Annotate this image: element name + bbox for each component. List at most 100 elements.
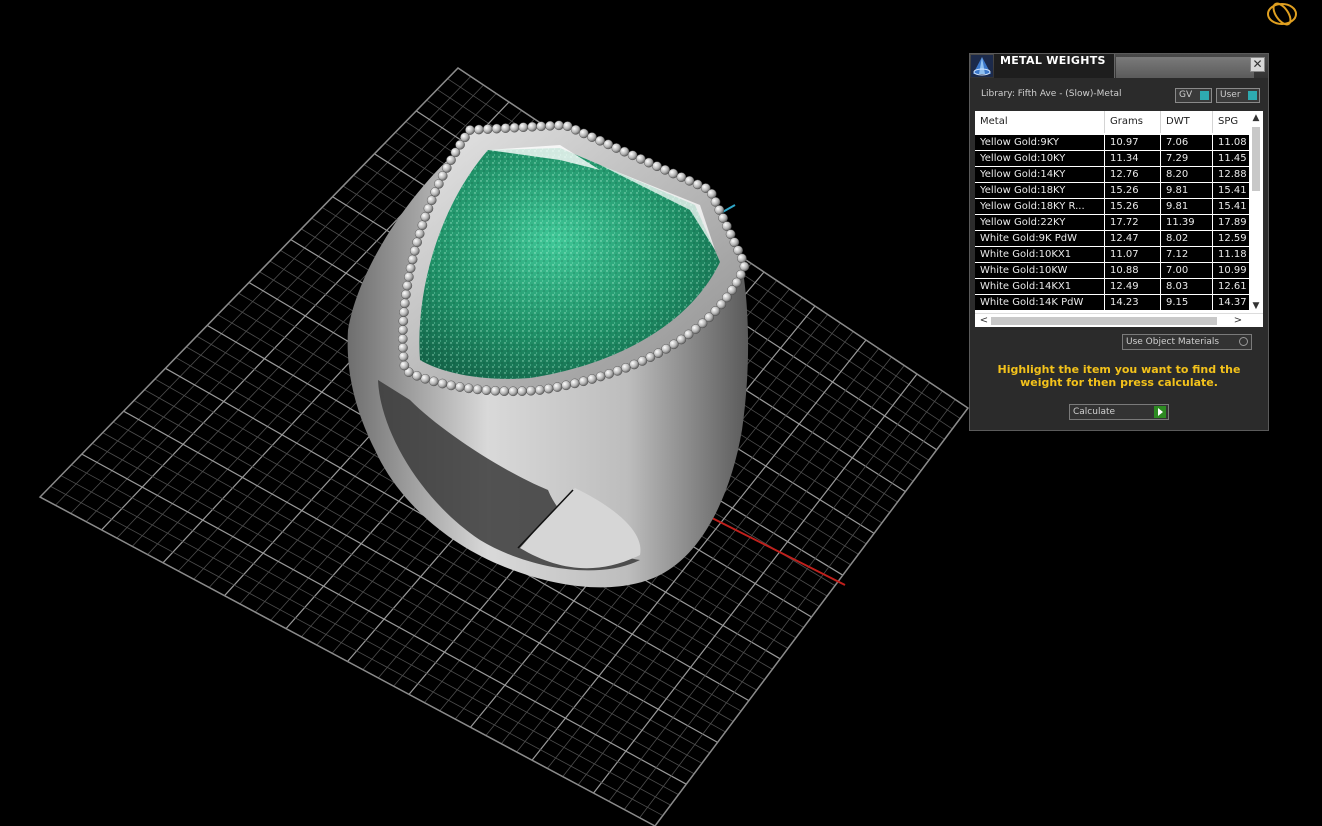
bead — [417, 220, 428, 231]
metal-cell: White Gold:14KX1 — [975, 279, 1105, 294]
bead — [463, 383, 474, 394]
metal-cell: White Gold:10KW — [975, 263, 1105, 278]
bead — [603, 139, 614, 150]
bead — [725, 229, 736, 239]
vertical-scrollbar[interactable]: ▲ ▼ — [1249, 111, 1263, 313]
dwt-cell: 7.06 — [1161, 135, 1213, 150]
bead — [552, 382, 563, 392]
bead — [611, 143, 622, 153]
gv-toggle[interactable]: GV — [1175, 88, 1212, 103]
bead — [652, 161, 662, 172]
use-object-materials-option[interactable]: Use Object Materials — [1122, 334, 1252, 350]
spg-cell: 11.08 — [1218, 137, 1247, 148]
radio-icon — [1239, 337, 1248, 346]
table-row[interactable]: Yellow Gold:14KY 12.76 8.20 12.88 — [975, 167, 1249, 183]
horizontal-scrollbar[interactable]: < > — [975, 313, 1263, 327]
grams-cell: 12.49 — [1105, 279, 1161, 294]
bead — [426, 195, 437, 206]
table-row[interactable]: White Gold:14KX1 12.49 8.03 12.61 — [975, 279, 1249, 295]
table-row[interactable]: White Gold:10KW 10.88 7.00 10.99 — [975, 263, 1249, 279]
orbit-icon[interactable] — [1262, 0, 1302, 30]
table-row[interactable]: White Gold:9K PdW 12.47 8.02 12.59 — [975, 231, 1249, 247]
bead — [437, 378, 448, 389]
bead — [619, 146, 630, 157]
bead — [398, 316, 409, 326]
grams-cell: 14.23 — [1105, 295, 1161, 310]
bead — [407, 254, 418, 265]
close-button[interactable]: ✕ — [1250, 57, 1265, 72]
table-row[interactable]: White Gold:10KX1 11.07 7.12 11.18 — [975, 247, 1249, 263]
table-row[interactable]: White Gold:14K PdW 14.23 9.15 14.37 — [975, 295, 1249, 311]
bead — [414, 228, 425, 239]
hscroll-thumb[interactable] — [991, 317, 1217, 325]
spg-cell: 11.45 — [1218, 153, 1247, 164]
bead — [412, 237, 422, 248]
metal-weights-panel: METAL WEIGHTS ✕ Library: Fifth Ave - (Sl… — [969, 53, 1269, 431]
bead — [420, 212, 431, 222]
bead — [570, 378, 580, 389]
dwt-cell: 7.00 — [1161, 263, 1213, 278]
panel-titlebar[interactable]: METAL WEIGHTS ✕ — [970, 54, 1268, 78]
grams-cell: 11.34 — [1105, 151, 1161, 166]
bead — [490, 386, 501, 396]
bead — [722, 221, 732, 231]
calculate-button[interactable]: Calculate — [1069, 404, 1169, 420]
metal-table[interactable]: Metal Grams DWT SPG Yellow Gold:9KY 10.97… — [975, 111, 1263, 327]
panel-title: METAL WEIGHTS — [1000, 54, 1106, 67]
scroll-right-icon[interactable]: > — [1231, 314, 1245, 327]
dwt-cell: 9.81 — [1161, 199, 1213, 214]
scroll-down-icon[interactable]: ▼ — [1249, 299, 1263, 313]
bead — [535, 385, 545, 395]
dwt-cell: 7.12 — [1161, 247, 1213, 262]
bead — [482, 124, 493, 134]
dwt-cell: 8.03 — [1161, 279, 1213, 294]
play-icon — [1154, 406, 1166, 418]
metal-cell: White Gold:10KX1 — [975, 247, 1105, 262]
bead — [500, 123, 511, 133]
table-row[interactable]: Yellow Gold:22KY 17.72 11.39 17.89 — [975, 215, 1249, 231]
ring-model[interactable] — [347, 120, 750, 588]
user-toggle[interactable]: User — [1216, 88, 1260, 103]
bead — [517, 386, 527, 396]
column-header-grams[interactable]: Grams — [1105, 111, 1161, 133]
bead — [508, 386, 518, 397]
bead — [455, 382, 465, 392]
bead — [430, 187, 440, 197]
scroll-up-icon[interactable]: ▲ — [1249, 111, 1263, 125]
metal-cell: White Gold:9K PdW — [975, 231, 1105, 246]
bead — [545, 120, 555, 131]
bead — [587, 132, 597, 142]
spg-cell: 15.41 — [1218, 185, 1247, 196]
spg-cell: 12.61 — [1218, 281, 1247, 292]
bead — [692, 179, 703, 190]
dwt-cell: 9.81 — [1161, 183, 1213, 198]
table-row[interactable]: Yellow Gold:9KY 10.97 7.06 11.08 — [975, 135, 1249, 151]
column-header-spg[interactable]: SPG — [1213, 111, 1249, 133]
instruction-text: Highlight the item you want to find the … — [997, 363, 1241, 389]
bead — [481, 385, 492, 396]
bead — [399, 360, 410, 371]
dwt-cell: 11.39 — [1161, 215, 1213, 230]
scroll-thumb[interactable] — [1252, 127, 1260, 191]
bead — [629, 359, 639, 370]
spg-cell: 14.37 — [1218, 297, 1247, 308]
spg-cell: 17.89 — [1218, 217, 1247, 228]
bead — [644, 157, 654, 168]
bead — [434, 179, 444, 189]
bead — [543, 383, 554, 394]
bead — [509, 122, 520, 133]
table-row[interactable]: Yellow Gold:18KY R... 15.26 9.81 15.41 — [975, 199, 1249, 215]
matrix-logo-icon — [971, 55, 993, 77]
bead — [627, 150, 638, 161]
scroll-left-icon[interactable]: < — [977, 314, 991, 327]
bead — [561, 380, 571, 391]
bead — [604, 369, 614, 379]
spg-cell: 12.88 — [1218, 169, 1247, 180]
table-row[interactable]: Yellow Gold:18KY 15.26 9.81 15.41 — [975, 183, 1249, 199]
bead — [536, 121, 546, 132]
metal-cell: Yellow Gold:14KY — [975, 167, 1105, 182]
bead — [706, 189, 717, 199]
column-header-metal[interactable]: Metal — [975, 111, 1105, 133]
column-header-dwt[interactable]: DWT — [1161, 111, 1213, 133]
table-row[interactable]: Yellow Gold:10KY 11.34 7.29 11.45 — [975, 151, 1249, 167]
